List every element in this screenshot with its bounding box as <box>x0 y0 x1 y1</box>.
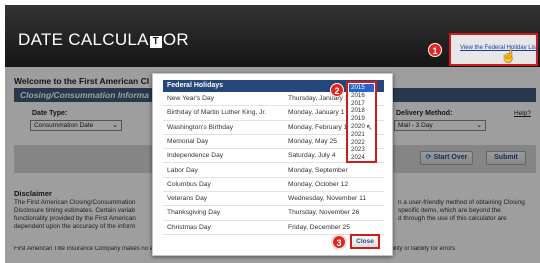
holiday-name: Veterans Day <box>167 195 208 203</box>
holiday-name: Columbus Day <box>167 180 211 188</box>
holiday-date: Monday, February 1 <box>288 123 348 131</box>
table-row: Columbus Day Monday, October 12 <box>163 178 384 193</box>
year-option[interactable]: 2016 <box>349 92 374 100</box>
table-row: Thanksgiving Day Thursday, November 26 <box>163 206 384 221</box>
cursor-hand-icon: ☝ <box>501 49 516 63</box>
holiday-date: Monday, September <box>288 166 348 174</box>
holiday-date: Friday, December 25 <box>288 223 350 231</box>
year-option-selected[interactable]: 2015 <box>349 84 374 92</box>
step-badge-3: 3 <box>332 235 346 249</box>
holiday-date: Thursday, November 26 <box>288 209 360 217</box>
close-button[interactable]: Close <box>350 234 380 249</box>
step-badge-2: 2 <box>330 83 344 97</box>
holiday-date: Wednesday, November 11 <box>288 195 367 203</box>
holiday-table-title: Federal Holidays <box>167 82 224 89</box>
table-row: Labor Day Monday, September <box>163 164 384 178</box>
holiday-name: Birthday of Martin Luther King, Jr. <box>167 109 267 117</box>
holiday-name: Thanksgiving Day <box>167 209 221 217</box>
logo-text-start: DATE CALCULA <box>18 30 149 49</box>
table-row: Christmas Day Friday, December 25 <box>163 221 384 235</box>
federal-holiday-link-highlight: View the Federal Holiday List ☝ <box>449 33 538 66</box>
year-option[interactable]: 2023 <box>349 146 374 154</box>
federal-holiday-list-link[interactable]: View the Federal Holiday List <box>460 45 538 51</box>
app-logo: DATE CALCULA T OR <box>18 30 189 50</box>
holiday-name: Washington's Birthday <box>167 123 234 131</box>
year-option[interactable]: 2019 <box>349 115 374 123</box>
holiday-date: Saturday, July 4 <box>288 152 336 160</box>
table-row: Veterans Day Wednesday, November 11 <box>163 192 384 207</box>
holiday-name: Independence Day <box>167 152 224 160</box>
date-calculator-page: DATE CALCULA T OR 1 View the Federal Holid… <box>0 0 540 263</box>
holiday-name: New Year's Day <box>167 95 214 102</box>
step-badge-1: 1 <box>428 43 442 57</box>
holiday-date: Monday, October 12 <box>288 180 349 188</box>
year-option[interactable]: 2018 <box>349 107 374 115</box>
year-option[interactable]: 2024 <box>349 154 374 162</box>
holiday-date: Monday, January 1 <box>288 109 345 117</box>
holiday-date: Monday, May 25 <box>288 137 337 145</box>
mouse-pointer-icon: ↖ <box>366 123 373 132</box>
year-option[interactable]: 2022 <box>349 139 374 147</box>
holiday-name: Memorial Day <box>167 137 209 145</box>
logo-mark: T <box>149 36 162 48</box>
year-dropdown-list[interactable]: 2015 2016 2017 2018 2019 2020 2021 2022 … <box>346 81 377 163</box>
logo-text-end: OR <box>162 30 189 49</box>
holiday-name: Labor Day <box>167 166 198 174</box>
holiday-name: Christmas Day <box>167 223 211 231</box>
year-option[interactable]: 2017 <box>349 100 374 108</box>
